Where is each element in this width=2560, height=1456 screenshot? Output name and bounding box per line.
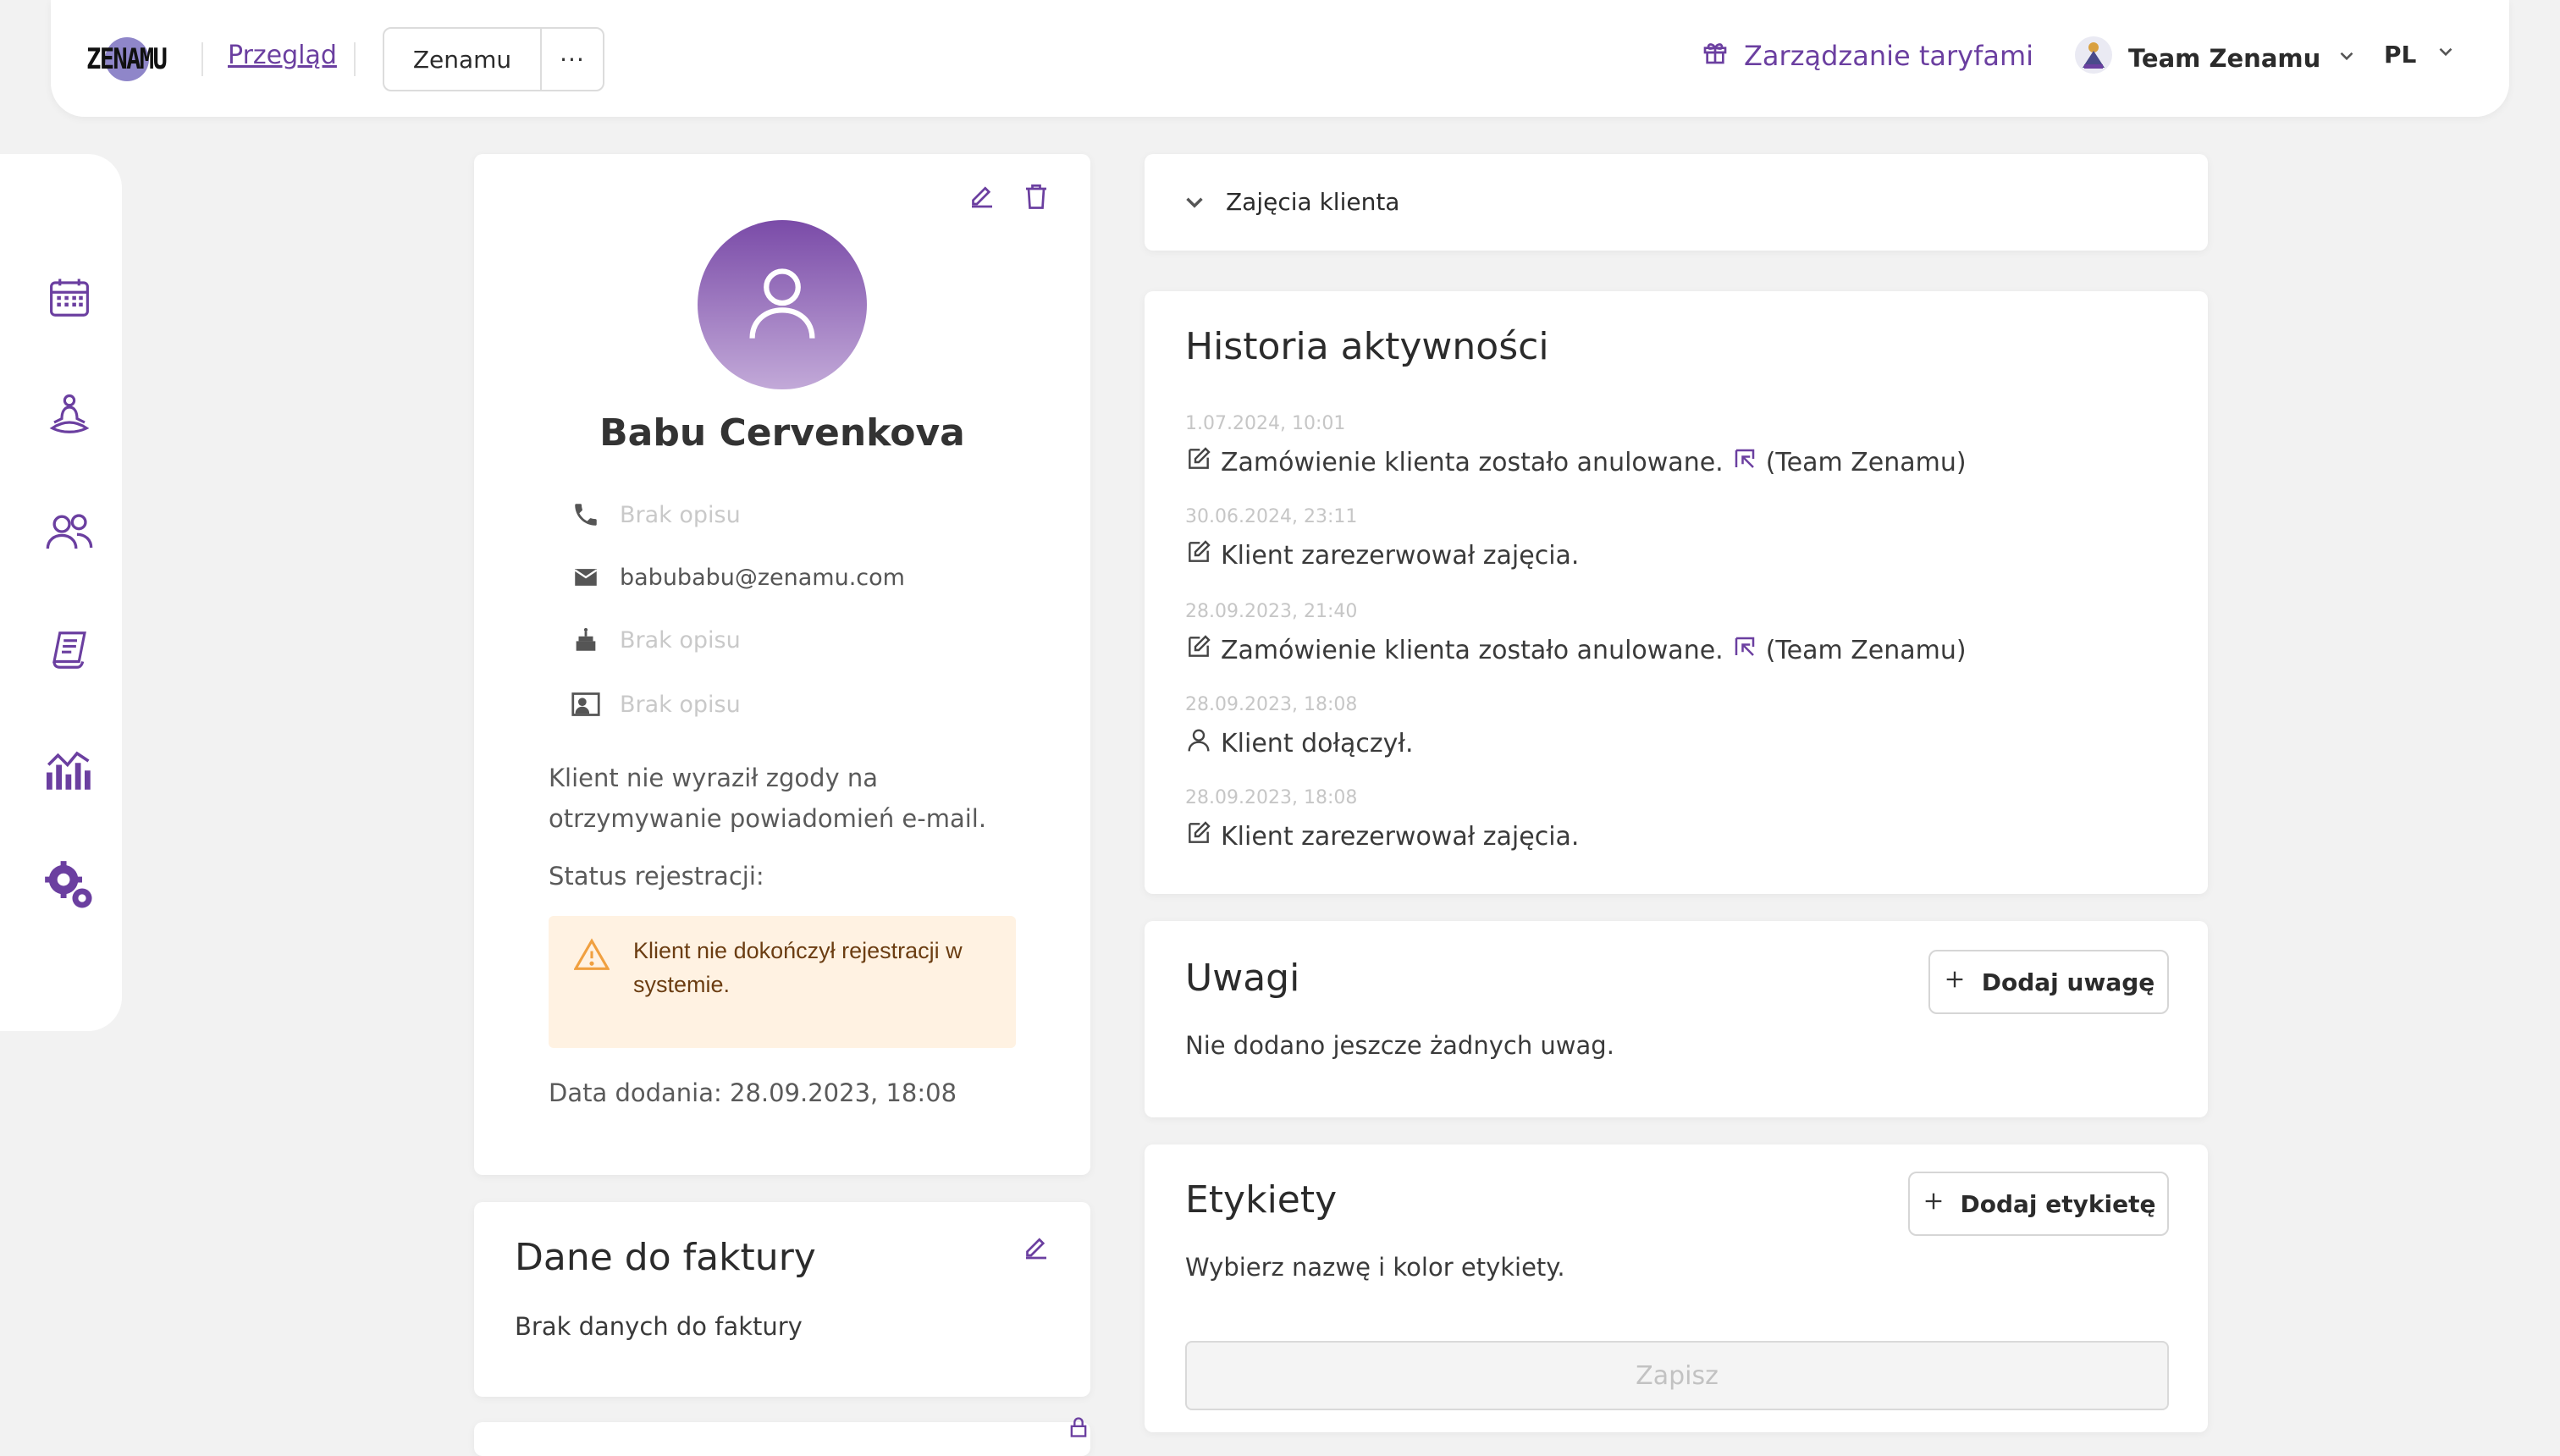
chevron-down-icon <box>2435 41 2457 69</box>
registration-warning: Klient nie dokończył rejestracji w syste… <box>549 916 1016 1048</box>
notes-title: Uwagi <box>1185 957 1300 1000</box>
invoice-card: Dane do faktury Brak danych do faktury <box>474 1202 1090 1397</box>
edit-icon <box>1185 538 1212 572</box>
edit-icon <box>1185 633 1212 667</box>
avatar <box>698 220 867 389</box>
birthday-value: Brak opisu <box>620 626 741 654</box>
activity-history-card: Historia aktywności 1.07.2024, 10:01 Zam… <box>1145 291 2208 894</box>
invoice-empty: Brak danych do faktury <box>515 1312 803 1341</box>
top-bar: ZENAMU Przegląd Zenamu ··· Zarządzanie t… <box>51 0 2509 117</box>
studio-button-group: Zenamu ··· <box>383 27 604 91</box>
link-arrow-icon[interactable] <box>1732 446 1757 478</box>
consent-text-line-2: otrzymywanie powiadomień e-mail. <box>549 804 987 833</box>
add-note-button[interactable]: Dodaj uwagę <box>1928 950 2169 1014</box>
pencil-icon[interactable] <box>1021 1233 1051 1266</box>
pencil-icon[interactable] <box>967 181 997 215</box>
more-button[interactable]: ··· <box>542 29 603 90</box>
language-code: PL <box>2384 41 2417 69</box>
team-selector[interactable]: Team Zenamu <box>2074 36 2358 80</box>
profile-card: Babu Cervenkova Brak opisu babubabu@zena… <box>474 154 1090 1175</box>
activity-item: Klient dołączył. <box>1185 726 1413 760</box>
edit-icon <box>1185 819 1212 853</box>
activity-author: (Team Zenamu) <box>1765 447 1967 477</box>
invoice-icon[interactable] <box>39 620 100 681</box>
warning-text-line-1: Klient nie dokończył rejestracji w <box>633 938 963 963</box>
settings-icon[interactable] <box>39 855 100 916</box>
chevron-down-icon <box>1180 188 1209 220</box>
trash-icon[interactable] <box>1021 181 1051 215</box>
language-selector[interactable]: PL <box>2384 41 2457 69</box>
tariff-management-link[interactable]: Zarządzanie taryfami <box>1702 39 2033 73</box>
add-label-label: Dodaj etykietę <box>1960 1189 2156 1218</box>
activity-time: 1.07.2024, 10:01 <box>1185 413 1346 434</box>
activity-title: Historia aktywności <box>1185 325 1549 368</box>
add-label-button[interactable]: Dodaj etykietę <box>1908 1172 2169 1236</box>
activity-text: Zamówienie klienta zostało anulowane. <box>1221 635 1724 665</box>
link-arrow-icon[interactable] <box>1732 634 1757 666</box>
phone-value: Brak opisu <box>620 501 741 528</box>
divider <box>201 42 203 76</box>
edit-icon <box>1185 445 1212 479</box>
registration-status-label: Status rejestracji: <box>549 862 764 891</box>
team-name: Team Zenamu <box>2128 43 2321 73</box>
activity-author: (Team Zenamu) <box>1765 635 1967 665</box>
sidebar <box>0 154 122 1031</box>
next-card <box>474 1417 1090 1456</box>
add-note-label: Dodaj uwagę <box>1981 968 2155 996</box>
studio-button[interactable]: Zenamu <box>384 29 542 90</box>
users-icon[interactable] <box>39 501 100 562</box>
activity-text: Klient zarezerwował zajęcia. <box>1221 821 1580 852</box>
activity-time: 28.09.2023, 18:08 <box>1185 694 1358 715</box>
tariff-label: Zarządzanie taryfami <box>1744 40 2034 72</box>
chevron-down-icon <box>2336 44 2358 73</box>
date-added: Data dodania: 28.09.2023, 18:08 <box>549 1078 957 1107</box>
email-value[interactable]: babubabu@zenamu.com <box>620 565 905 591</box>
notes-empty: Nie dodano jeszcze żadnych uwag. <box>1185 1031 1614 1060</box>
activity-time: 30.06.2024, 23:11 <box>1185 506 1358 527</box>
phone-icon <box>571 499 601 530</box>
labels-title: Etykiety <box>1185 1178 1338 1222</box>
activity-item: Zamówienie klienta zostało anulowane. (T… <box>1185 633 1967 667</box>
lock-icon <box>1067 1415 1090 1442</box>
plus-icon <box>1922 1189 1945 1219</box>
invoice-title: Dane do faktury <box>515 1236 816 1279</box>
phone-row: Brak opisu <box>571 499 741 530</box>
email-row: babubabu@zenamu.com <box>571 562 905 593</box>
activity-time: 28.09.2023, 21:40 <box>1185 601 1358 622</box>
classes-label: Zajęcia klienta <box>1226 188 1400 216</box>
activity-time: 28.09.2023, 18:08 <box>1185 787 1358 808</box>
warning-text-line-2: systemie. <box>633 972 731 997</box>
activity-text: Zamówienie klienta zostało anulowane. <box>1221 447 1724 477</box>
consent-text-line-1: Klient nie wyraził zgody na <box>549 764 879 792</box>
activity-text: Klient dołączył. <box>1221 728 1414 758</box>
user-icon <box>1185 726 1212 760</box>
activity-text: Klient zarezerwował zajęcia. <box>1221 540 1580 571</box>
divider <box>354 42 356 76</box>
cake-icon <box>571 625 601 655</box>
save-button[interactable]: Zapisz <box>1185 1341 2169 1410</box>
activity-item: Klient zarezerwował zajęcia. <box>1185 819 1579 853</box>
notes-card: Uwagi Dodaj uwagę Nie dodano jeszcze żad… <box>1145 921 2208 1117</box>
id-value: Brak opisu <box>620 691 741 718</box>
calendar-icon[interactable] <box>39 267 100 328</box>
plus-icon <box>1943 968 1967 997</box>
activity-item: Klient zarezerwował zajęcia. <box>1185 538 1579 572</box>
mail-icon <box>571 562 601 593</box>
labels-card: Etykiety Dodaj etykietę Wybierz nazwę i … <box>1145 1144 2208 1432</box>
team-avatar <box>2074 36 2113 80</box>
activity-item: Zamówienie klienta zostało anulowane. (T… <box>1185 445 1967 479</box>
labels-hint: Wybierz nazwę i kolor etykiety. <box>1185 1253 1565 1282</box>
client-classes-toggle[interactable]: Zajęcia klienta <box>1145 154 2208 251</box>
meditation-icon[interactable] <box>39 384 100 445</box>
overview-link[interactable]: Przegląd <box>228 41 337 70</box>
id-card-icon <box>571 689 601 720</box>
client-name: Babu Cervenkova <box>599 411 965 455</box>
logo[interactable]: ZENAMU <box>86 34 179 85</box>
gift-icon <box>1702 39 1729 73</box>
logo-text: ZENAMU <box>86 42 168 76</box>
chart-icon[interactable] <box>39 738 100 799</box>
warning-icon <box>573 938 610 973</box>
id-row: Brak opisu <box>571 689 741 720</box>
birthday-row: Brak opisu <box>571 625 741 655</box>
